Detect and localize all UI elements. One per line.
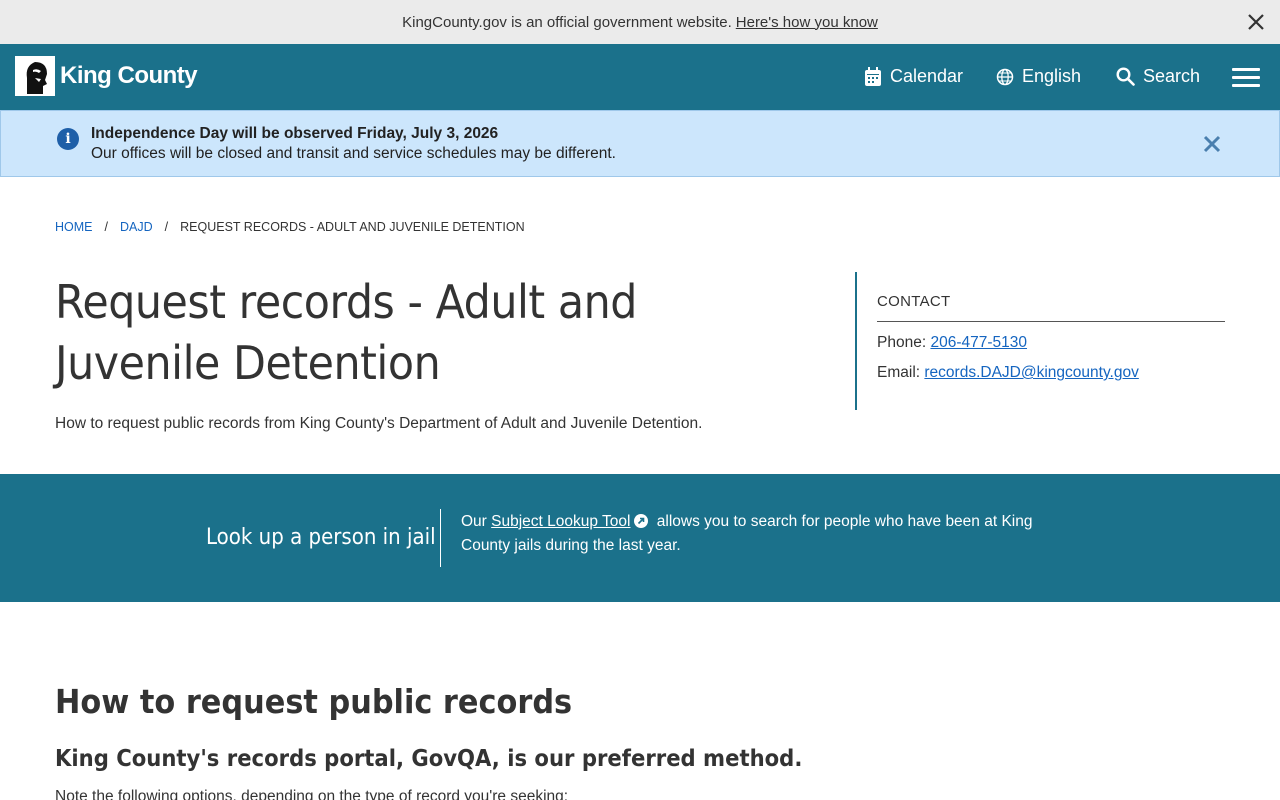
section-note: Note the following options, depending on… [55,788,569,800]
language-label: English [1022,66,1082,86]
email-label: Email: [877,364,921,381]
breadcrumb: HOME / DAJD / REQUEST RECORDS - ADULT AN… [55,220,525,234]
alert-body: Our offices will be closed and transit a… [91,145,616,162]
close-icon[interactable] [1244,10,1268,34]
king-county-logo[interactable]: King County [15,56,198,96]
breadcrumb-separator: / [104,220,108,234]
lookup-text-before: Our [461,513,487,530]
calendar-icon [865,66,881,86]
calendar-label: Calendar [890,66,964,86]
contact-email: Email: records.DAJD@kingcounty.gov [877,364,1225,382]
external-link-icon [634,514,649,528]
alert-title: Independence Day will be observed Friday… [91,125,499,142]
contact-box: CONTACT Phone: 206-477-5130 Email: recor… [855,272,1225,410]
subject-lookup-tool-link[interactable]: Subject Lookup Tool [491,513,630,530]
official-banner-text: KingCounty.gov is an official government… [402,13,732,31]
phone-link[interactable]: 206-477-5130 [930,334,1027,351]
hamburger-line [1232,76,1260,79]
lookup-text: Our Subject Lookup Tool allows you to se… [461,510,1041,558]
site-header: King County Calendar English Search [0,44,1280,110]
calendar-link[interactable]: Calendar [864,66,963,87]
alert-close-icon[interactable] [1201,133,1223,155]
contact-phone: Phone: 206-477-5130 [877,334,1225,352]
search-icon [1116,67,1135,86]
logo-text: King County [60,62,198,89]
section-title: How to request public records [55,682,573,721]
official-website-banner: KingCounty.gov is an official government… [0,0,1280,44]
language-selector[interactable]: English [996,66,1081,87]
page-description: How to request public records from King … [55,415,703,432]
phone-label: Phone: [877,334,927,351]
page-title: Request records - Adult and Juvenile Det… [55,275,637,390]
section-subtitle: King County's records portal, GovQA, is … [55,746,803,772]
globe-icon [996,68,1014,85]
search-button[interactable]: Search [1116,66,1200,87]
email-link[interactable]: records.DAJD@kingcounty.gov [924,364,1138,381]
hamburger-menu-icon [1232,68,1260,71]
holiday-alert: i Independence Day will be observed Frid… [0,110,1280,177]
jail-lookup-band: Look up a person in jail Our Subject Loo… [0,474,1280,602]
heres-how-you-know-link[interactable]: Here's how you know [736,14,878,31]
breadcrumb-home[interactable]: HOME [55,220,93,234]
hamburger-line [1232,84,1260,87]
lookup-title: Look up a person in jail [206,525,436,550]
mlk-logo-icon [15,56,55,96]
info-icon: i [57,128,79,150]
breadcrumb-current: REQUEST RECORDS - ADULT AND JUVENILE DET… [180,220,525,234]
lookup-divider [440,509,441,567]
contact-heading: CONTACT [877,272,1225,322]
breadcrumb-dajd[interactable]: DAJD [120,220,153,234]
breadcrumb-separator: / [164,220,169,234]
search-label: Search [1143,66,1201,86]
menu-button[interactable] [1232,68,1260,88]
